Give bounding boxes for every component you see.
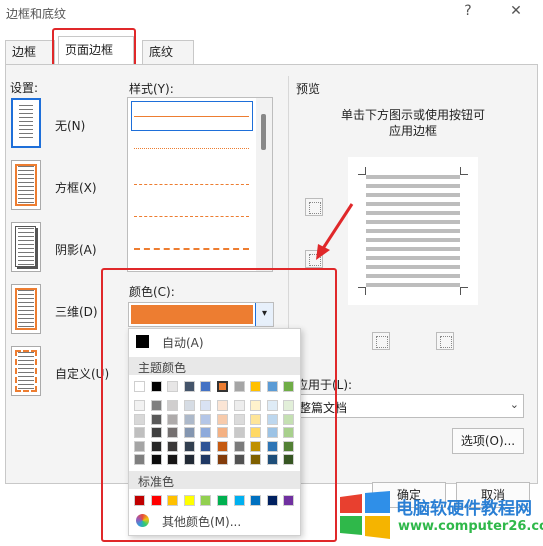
style-list[interactable] [127,97,273,272]
settings-label: 设置: [10,81,39,95]
setting-none-thumb[interactable] [11,98,41,148]
chevron-down-icon[interactable]: ⌄ [510,398,519,411]
watermark-url: www.computer26.com [398,519,543,534]
setting-shadow-thumb[interactable] [11,222,41,272]
preview-hint-line1: 单击下方图示或使用按钮可 [341,108,486,122]
style-dashed-short-line[interactable] [134,184,249,185]
style-label: 样式(Y): [129,82,174,96]
setting-shadow-label[interactable]: 阴影(A) [55,241,97,258]
options-button[interactable]: 选项(O)... [452,428,524,454]
watermark-title: 电脑软硬件教程网 [396,499,532,519]
style-dotted-line[interactable] [134,148,249,149]
setting-box-label[interactable]: 方框(X) [55,179,97,196]
preview-page[interactable] [348,157,478,305]
setting-3d-label[interactable]: 三维(D) [55,303,98,320]
window-title: 边框和底纹 [6,7,67,21]
setting-3d-thumb[interactable] [11,284,41,334]
title-bar: 边框和底纹 ? ✕ [0,0,543,28]
tab-borders[interactable]: 边框(B) [5,40,55,81]
style-scrollbar[interactable] [256,98,272,271]
highlight-color-box [101,268,337,542]
setting-none-label[interactable]: 无(N) [55,117,85,134]
annotation-arrow [316,203,354,260]
preview-label: 预览 [296,82,321,96]
tab-shading[interactable]: 底纹(S) [142,40,194,81]
border-right-button[interactable] [436,332,454,350]
style-dashed-line[interactable] [134,216,249,217]
style-dash-dot-line[interactable] [134,248,249,250]
style-solid-line[interactable] [134,116,249,117]
setting-box-thumb[interactable] [11,160,41,210]
watermark-logo [340,491,390,539]
close-button[interactable]: ✕ [502,3,530,23]
help-button[interactable]: ? [454,3,482,23]
border-left-button[interactable] [372,332,390,350]
preview-hint-line2: 应用边框 [389,124,438,138]
setting-custom-thumb[interactable] [11,346,41,396]
